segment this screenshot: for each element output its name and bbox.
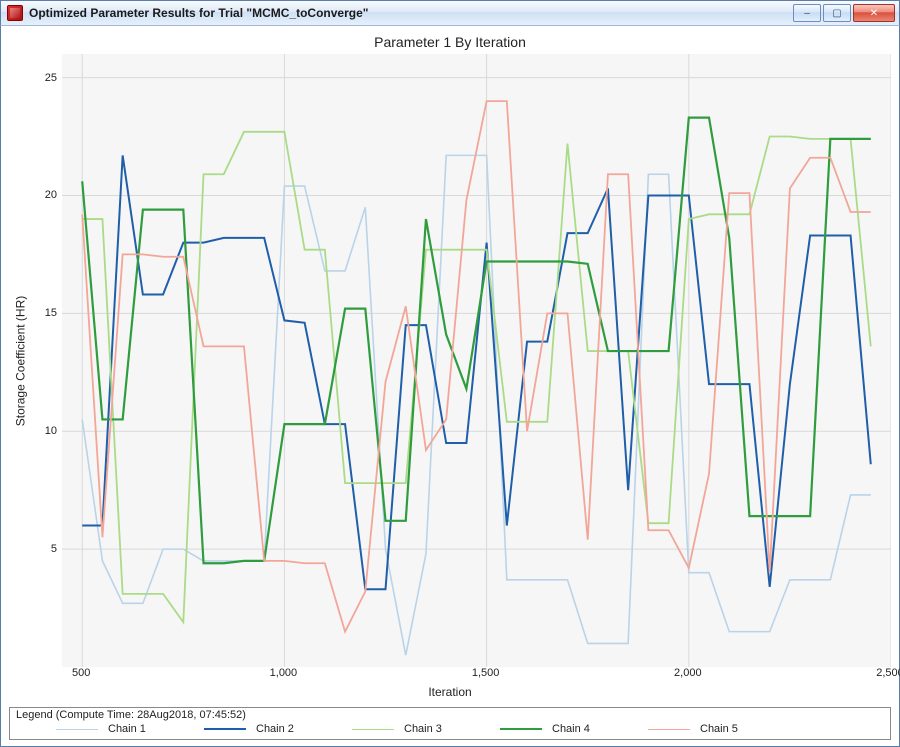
window-title: Optimized Parameter Results for Trial "M… — [29, 6, 793, 20]
legend-swatch — [648, 729, 690, 730]
legend-item-1[interactable]: Chain 1 — [56, 723, 176, 735]
y-tick: 25 — [45, 72, 57, 84]
legend-label: Chain 5 — [700, 723, 738, 735]
x-axis-ticks: 5001,0001,5002,0002,500 — [61, 667, 891, 687]
series-line-5 — [82, 101, 871, 631]
legend-item-2[interactable]: Chain 2 — [204, 723, 324, 735]
plot-area[interactable] — [61, 54, 891, 667]
app-icon — [7, 5, 23, 21]
legend-label: Chain 3 — [404, 723, 442, 735]
legend-swatch — [352, 729, 394, 730]
x-axis-label: Iteration — [428, 685, 471, 699]
minimize-icon: – — [804, 8, 810, 19]
x-tick: 1,000 — [270, 667, 298, 679]
legend-item-5[interactable]: Chain 5 — [648, 723, 768, 735]
y-tick: 20 — [45, 189, 57, 201]
legend-swatch — [500, 728, 542, 730]
window-buttons: – ▢ ✕ — [793, 4, 895, 22]
maximize-button[interactable]: ▢ — [823, 4, 851, 22]
y-tick: 5 — [51, 543, 57, 555]
chart-title: Parameter 1 By Iteration — [9, 34, 891, 50]
plot-container: Storage Coefficient (HR) 5 10 15 20 25 500 1,… — [9, 54, 891, 703]
y-tick: 10 — [45, 425, 57, 437]
minimize-button[interactable]: – — [793, 4, 821, 22]
y-axis-label: Storage Coefficient (HR) — [13, 295, 27, 426]
y-tick: 15 — [45, 307, 57, 319]
maximize-icon: ▢ — [832, 8, 841, 19]
x-tick: 500 — [72, 667, 90, 679]
legend-items: Chain 1 Chain 2 Chain 3 Chain 4 Chain 5 — [16, 723, 884, 735]
close-button[interactable]: ✕ — [853, 4, 895, 22]
x-tick: 1,500 — [472, 667, 500, 679]
window-titlebar: Optimized Parameter Results for Trial "M… — [0, 0, 900, 26]
close-icon: ✕ — [870, 8, 878, 19]
x-tick: 2,500 — [876, 667, 900, 679]
legend-swatch — [204, 728, 246, 730]
legend: Legend (Compute Time: 28Aug2018, 07:45:5… — [9, 707, 891, 740]
legend-swatch — [56, 729, 98, 730]
chart-canvas — [62, 54, 891, 667]
x-tick: 2,000 — [674, 667, 702, 679]
legend-label: Chain 2 — [256, 723, 294, 735]
client-area: Parameter 1 By Iteration Storage Coeffic… — [0, 26, 900, 747]
y-axis-ticks: 5 10 15 20 25 — [31, 54, 61, 667]
legend-title: Legend (Compute Time: 28Aug2018, 07:45:5… — [16, 709, 884, 721]
legend-label: Chain 1 — [108, 723, 146, 735]
legend-item-4[interactable]: Chain 4 — [500, 723, 620, 735]
legend-label: Chain 4 — [552, 723, 590, 735]
legend-item-3[interactable]: Chain 3 — [352, 723, 472, 735]
